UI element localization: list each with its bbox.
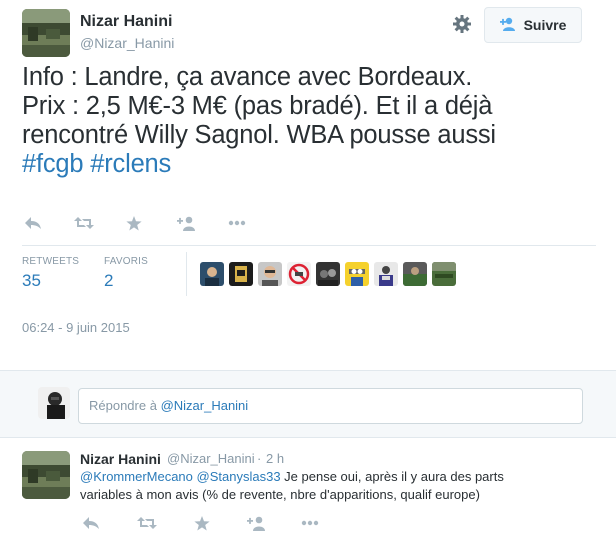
favoriter-avatar[interactable] <box>432 262 456 286</box>
favoriter-avatar[interactable] <box>287 262 311 286</box>
follow-icon[interactable] <box>176 214 198 232</box>
favorites-label: FAVORIS <box>104 256 149 267</box>
author-name[interactable]: Nizar Hanini <box>80 13 172 31</box>
tweet-text: Info : Landre, ça avance avec Bordeaux. … <box>22 63 602 179</box>
reply-separator: · <box>257 451 262 466</box>
favoriter-avatar[interactable] <box>258 262 282 286</box>
favoriter-avatar[interactable] <box>403 262 427 286</box>
tweet-text-line: Prix : 2,5 M€-3 M€ (pas bradé). Et il a … <box>22 92 493 120</box>
reply-author-name[interactable]: Nizar Hanini <box>80 451 161 467</box>
reply-author-handle[interactable]: @Nizar_Hanini <box>167 451 255 466</box>
gear-icon[interactable] <box>451 13 473 35</box>
author-avatar[interactable] <box>22 9 70 57</box>
reply-text: @KrommerMecano @Stanyslas33 Je pense oui… <box>80 468 600 504</box>
more-icon[interactable] <box>226 214 248 232</box>
favoriter-avatar[interactable] <box>316 262 340 286</box>
favorites-count[interactable]: 2 <box>104 271 113 291</box>
follow-icon[interactable] <box>246 514 268 532</box>
current-user-avatar <box>38 387 70 419</box>
favorite-icon[interactable] <box>123 214 145 232</box>
stats-divider <box>186 252 187 296</box>
reply-placeholder-prefix: Répondre à <box>89 398 161 413</box>
favoriter-avatar[interactable] <box>374 262 398 286</box>
mention-link[interactable]: @KrommerMecano <box>80 469 193 484</box>
retweets-label: RETWEETS <box>22 256 80 267</box>
follow-person-icon <box>499 17 518 34</box>
divider <box>22 245 596 246</box>
retweet-icon[interactable] <box>136 514 158 532</box>
hashtag-link[interactable]: #fcgb <box>22 150 84 178</box>
reply-composer: Répondre à @Nizar_Hanini <box>0 370 616 438</box>
favoriter-avatar[interactable] <box>229 262 253 286</box>
reply-input[interactable]: Répondre à @Nizar_Hanini <box>78 388 583 424</box>
retweet-icon[interactable] <box>73 214 95 232</box>
tweet-text-line: rencontré Willy Sagnol. WBA pousse aussi <box>22 121 496 149</box>
reply-tweet: Nizar Hanini @Nizar_Hanini · 2 h @Kromme… <box>0 438 616 535</box>
retweets-count[interactable]: 35 <box>22 271 41 291</box>
main-tweet: Nizar Hanini @Nizar_Hanini Suivre Info:… <box>0 0 616 370</box>
favoriter-avatar[interactable] <box>200 262 224 286</box>
favorite-icon[interactable] <box>191 514 213 532</box>
favorited-by-avatars <box>200 262 456 286</box>
hashtag-link[interactable]: #rclens <box>90 150 171 178</box>
more-icon[interactable] <box>299 514 321 532</box>
reply-time[interactable]: 2 h <box>266 451 284 466</box>
reply-icon[interactable] <box>80 514 102 532</box>
author-handle[interactable]: @Nizar_Hanini <box>80 35 174 51</box>
mention-link[interactable]: @Stanyslas33 <box>197 469 281 484</box>
reply-text-part: variables à mon avis (% de revente, nbre… <box>80 487 480 502</box>
reply-placeholder-mention: @Nizar_Hanini <box>160 398 249 413</box>
follow-button[interactable]: Suivre <box>484 7 582 43</box>
tweet-text-line: Info : Landre, ça avance avec Bordeaux. <box>22 63 473 91</box>
favoriter-avatar[interactable] <box>345 262 369 286</box>
reply-author-avatar[interactable] <box>22 451 70 499</box>
reply-icon[interactable] <box>22 214 44 232</box>
reply-actions <box>80 514 321 532</box>
follow-button-label: Suivre <box>523 17 567 33</box>
tweet-actions <box>22 214 248 232</box>
reply-text-part: Je pense oui, après il y aura des parts <box>280 469 504 484</box>
tweet-timestamp[interactable]: 06:24 - 9 juin 2015 <box>22 320 130 335</box>
